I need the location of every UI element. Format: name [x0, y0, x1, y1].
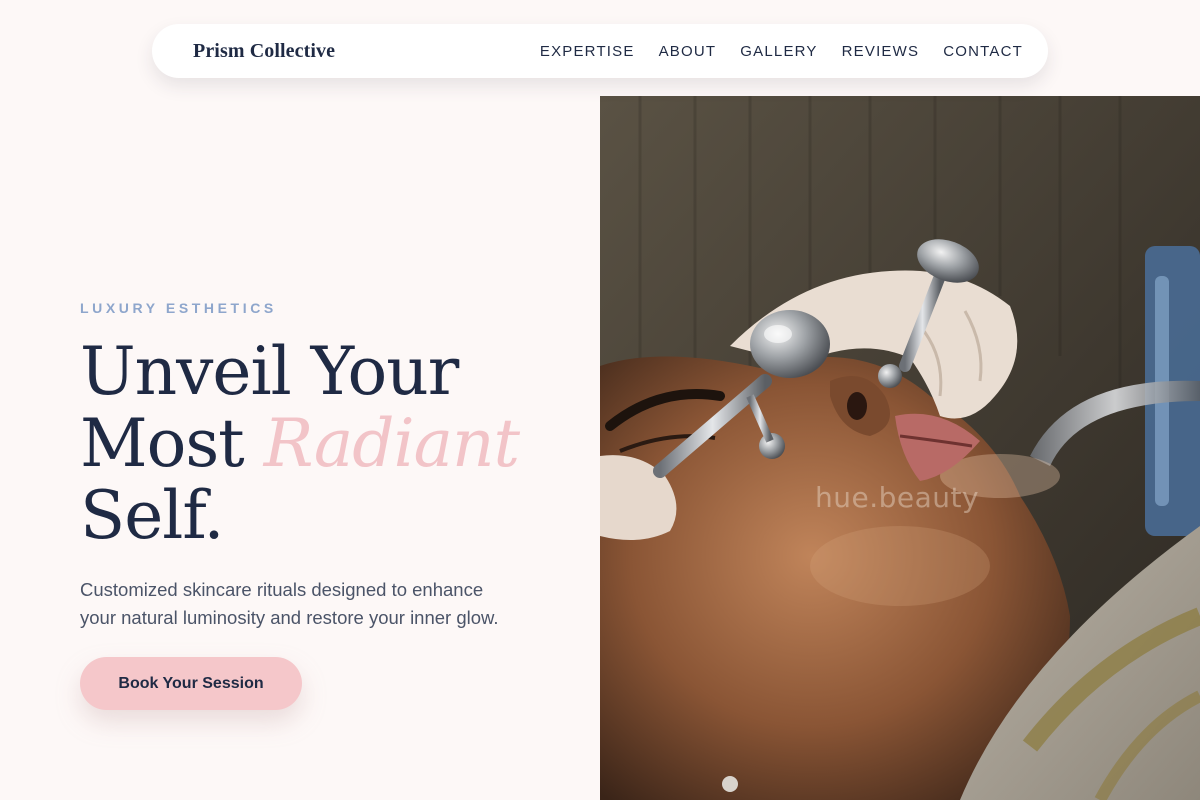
nav-links: EXPERTISE ABOUT GALLERY REVIEWS CONTACT: [540, 43, 1023, 60]
book-session-button[interactable]: Book Your Session: [80, 657, 302, 710]
headline-accent-word: Radiant: [263, 405, 520, 482]
brand-logo[interactable]: Prism Collective: [193, 40, 335, 63]
hero-headline: Unveil Your Most Radiant Self.: [80, 333, 520, 554]
nav-link-contact[interactable]: CONTACT: [943, 43, 1023, 60]
nav-link-reviews[interactable]: REVIEWS: [842, 43, 920, 60]
nav-link-gallery[interactable]: GALLERY: [740, 43, 817, 60]
headline-line-2-plain: Most: [80, 405, 264, 482]
headline-line-1: Unveil Your: [80, 333, 459, 410]
nav-link-about[interactable]: ABOUT: [659, 43, 717, 60]
hero-subtext: Customized skincare rituals designed to …: [80, 579, 499, 628]
top-navbar: Prism Collective EXPERTISE ABOUT GALLERY…: [152, 24, 1048, 78]
headline-line-3: Self.: [80, 477, 224, 554]
nav-link-expertise[interactable]: EXPERTISE: [540, 43, 635, 60]
hero-eyebrow: LUXURY ESTHETICS: [80, 300, 277, 316]
facial-treatment-illustration: [600, 96, 1200, 800]
image-watermark: hue.beauty: [815, 481, 980, 514]
hero-photo: hue.beauty: [600, 96, 1200, 800]
